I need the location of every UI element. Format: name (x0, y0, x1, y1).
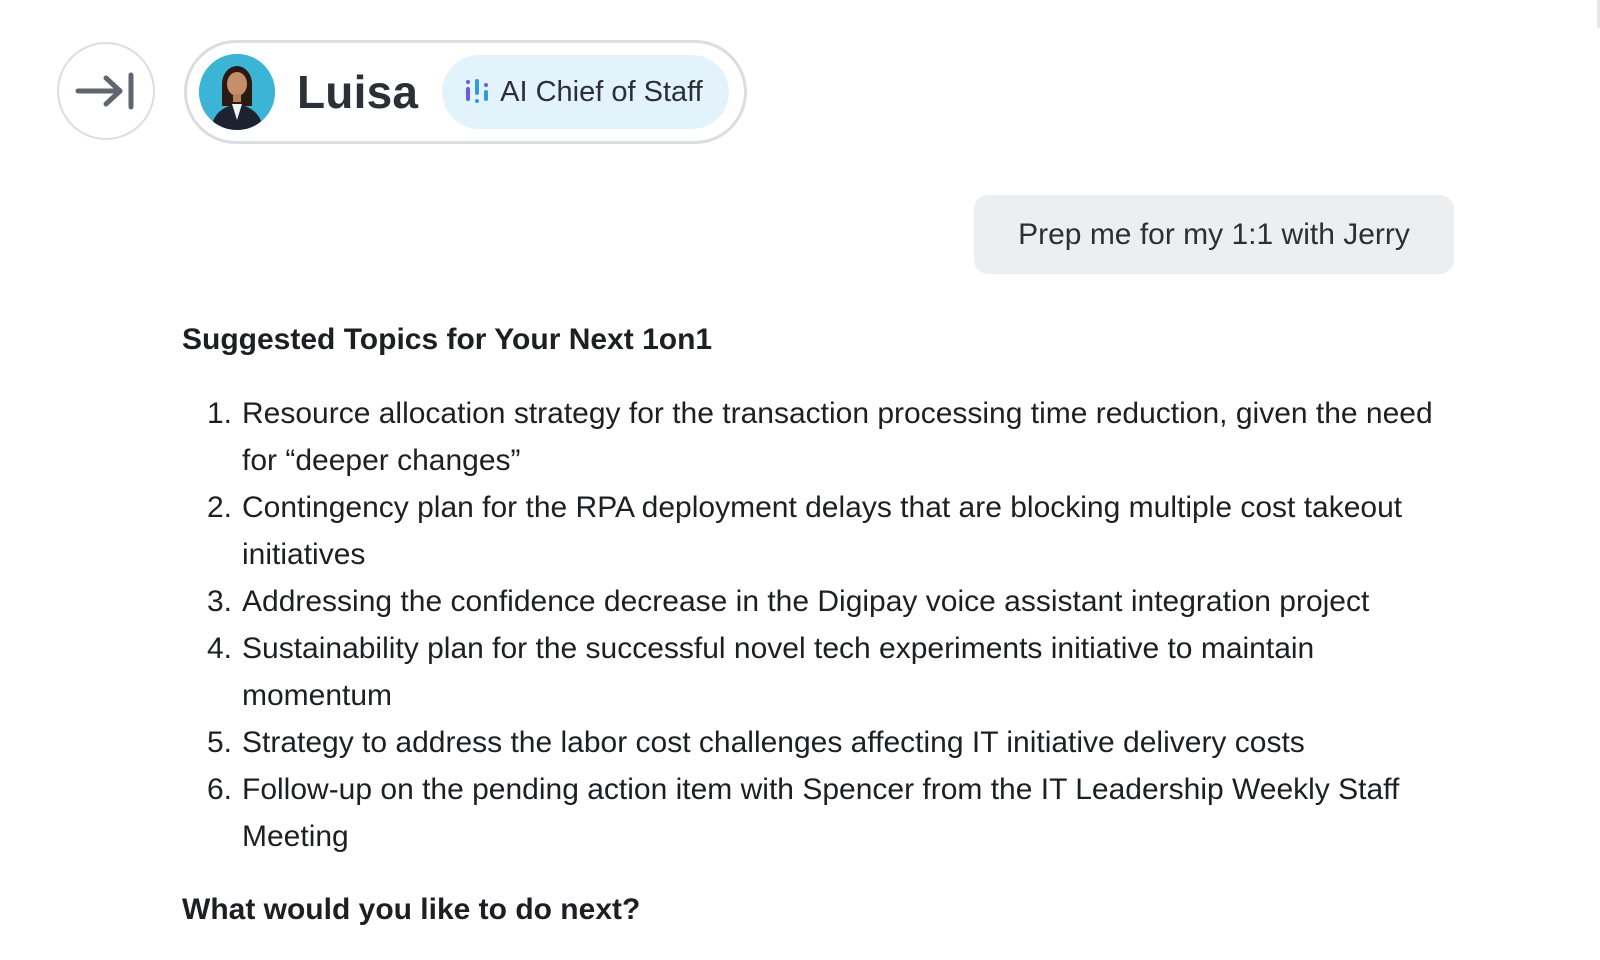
list-item-text: Resource allocation strategy for the tra… (242, 397, 1433, 477)
list-item: 5. Strategy to address the labor cost ch… (182, 719, 1472, 766)
list-item: 3. Addressing the confidence decrease in… (182, 578, 1472, 625)
list-item-number: 1. (206, 397, 232, 430)
user-message-text: Prep me for my 1:1 with Jerry (1018, 217, 1410, 251)
list-item: 6. Follow-up on the pending action item … (182, 766, 1472, 860)
list-item-number: 2. (206, 491, 232, 524)
list-item-text: Sustainability plan for the successful n… (242, 632, 1315, 712)
list-item: 2. Contingency plan for the RPA deployme… (182, 484, 1472, 578)
agent-header[interactable]: Luisa AI Chief of Staff (184, 40, 747, 144)
list-item: 4. Sustainability plan for the successfu… (182, 625, 1472, 719)
role-badge: AI Chief of Staff (442, 55, 729, 129)
list-item-text: Strategy to address the labor cost chall… (242, 726, 1305, 759)
list-item-text: Addressing the confidence decrease in th… (242, 585, 1370, 618)
role-label: AI Chief of Staff (500, 75, 703, 108)
next-step-prompt: What would you like to do next? (182, 893, 641, 926)
list-item-number: 4. (206, 632, 232, 665)
topic-list: 1. Resource allocation strategy for the … (182, 390, 1472, 860)
assistant-response: Suggested Topics for Your Next 1on1 1. R… (182, 318, 1472, 932)
ai-sparkle-bars-icon (466, 79, 489, 103)
avatar (199, 54, 275, 130)
response-heading: Suggested Topics for Your Next 1on1 (182, 323, 713, 356)
arrow-right-to-bar-icon (75, 72, 134, 110)
list-item-text: Contingency plan for the RPA deployment … (242, 491, 1403, 571)
list-item-number: 5. (206, 726, 232, 759)
collapse-panel-button[interactable] (57, 42, 155, 140)
list-item-text: Follow-up on the pending action item wit… (242, 773, 1400, 853)
chat-panel: Luisa AI Chief of Staff Prep me for my 1… (0, 0, 1600, 960)
list-item: 1. Resource allocation strategy for the … (182, 390, 1472, 484)
user-message-bubble: Prep me for my 1:1 with Jerry (974, 195, 1454, 274)
list-item-number: 6. (206, 773, 232, 806)
list-item-number: 3. (206, 585, 232, 618)
agent-name: Luisa (297, 66, 419, 118)
avatar-photo (199, 54, 275, 130)
